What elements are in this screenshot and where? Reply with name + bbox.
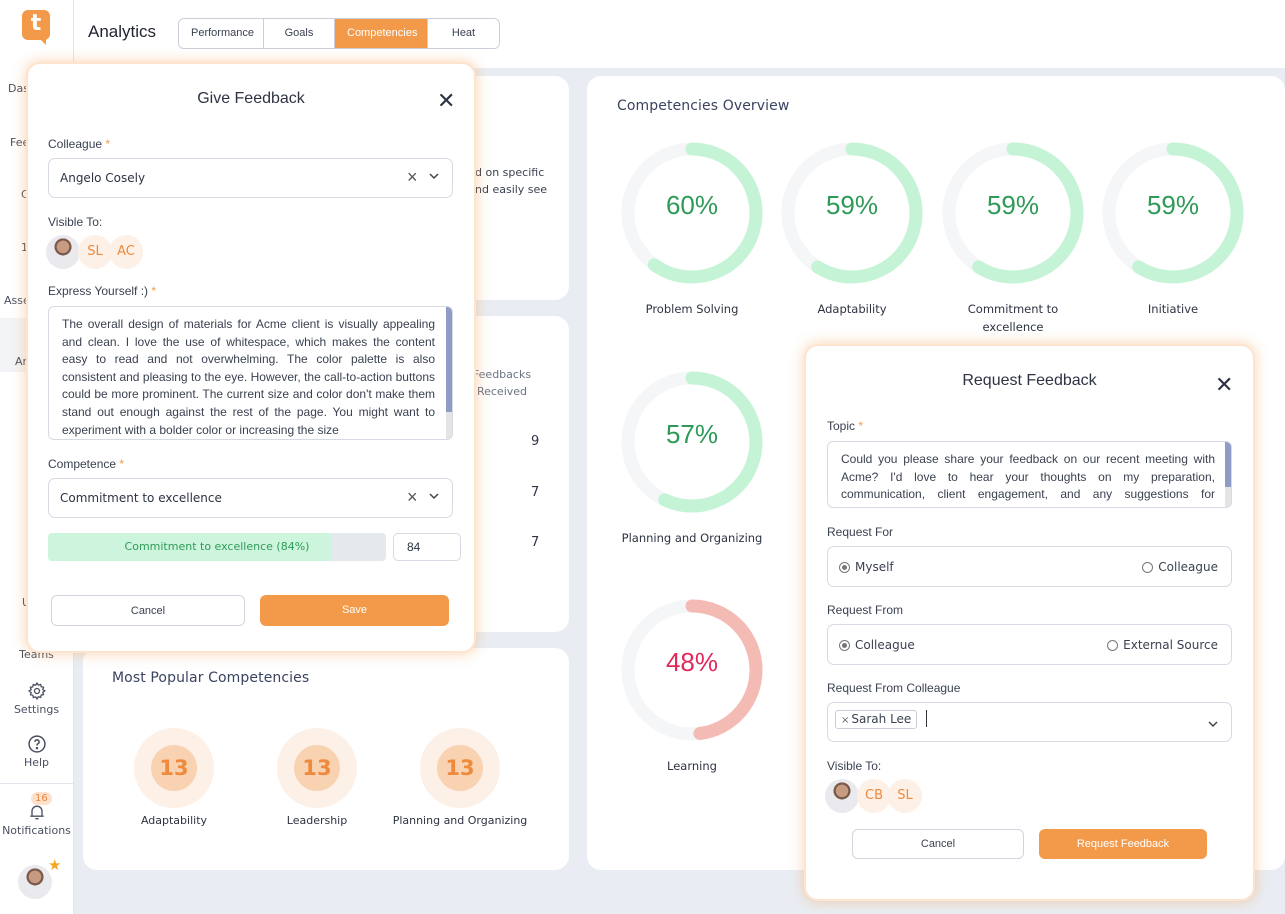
user-avatar[interactable] (18, 865, 52, 899)
radio-colleague[interactable]: Colleague (1142, 560, 1218, 574)
radio-colleague-source[interactable]: Colleague (839, 638, 915, 652)
colleague-select[interactable]: Angelo Cosely × (48, 158, 453, 198)
competency-donut: 59% Adaptability (777, 138, 927, 318)
request-from-group: Colleague External Source (827, 624, 1232, 665)
donut-label: Adaptability (817, 302, 887, 316)
radio-external-source[interactable]: External Source (1107, 638, 1218, 652)
competence-label: Competence * (48, 457, 125, 471)
page-title: Analytics (88, 22, 157, 41)
competency-donut: 57% Planning and Organizing (617, 367, 767, 547)
clear-icon[interactable]: × (407, 487, 418, 508)
sidebar-item-notifications[interactable]: 16 Notifications (0, 792, 73, 837)
competency-donut: 60% Problem Solving (617, 138, 767, 318)
request-for-group: Myself Colleague (827, 546, 1232, 587)
popular-competency: 13 Adaptability (104, 728, 244, 827)
request-feedback-button[interactable]: Request Feedback (1039, 829, 1207, 859)
radio-myself[interactable]: Myself (839, 560, 894, 574)
most-popular-title: Most Popular Competencies (112, 670, 310, 686)
header: Analytics Performance Goals Competencies… (74, 0, 1285, 68)
request-feedback-title: Request Feedback (962, 372, 1097, 389)
avatar (46, 235, 80, 269)
column-header-feedbacks-received: Feedbacks Received (472, 368, 532, 398)
avatar-initials: CB (857, 779, 891, 813)
competency-donut: 59% Initiative (1098, 138, 1248, 318)
clear-icon[interactable]: × (407, 167, 418, 188)
table-cell-count: 9 (531, 434, 540, 449)
request-for-label: Request For (827, 525, 894, 539)
intro-text-line: nd easily see (475, 183, 548, 196)
star-icon: ★ (48, 857, 62, 874)
help-icon (27, 735, 46, 753)
avatar-initials: SL (888, 779, 922, 813)
rating-input[interactable]: 84 (393, 533, 461, 561)
donut-label: Commitment to excellence (967, 302, 1059, 334)
save-button[interactable]: Save (260, 595, 449, 626)
competency-donut: 59% Commitment to excellence (938, 138, 1088, 336)
donut-value: 59% (1146, 190, 1200, 220)
visible-to-avatars: CB SL (825, 779, 922, 813)
tab-performance[interactable]: Performance (179, 19, 264, 48)
text-cursor (926, 710, 927, 727)
scrollbar[interactable] (446, 307, 452, 439)
donut-label: Planning and Organizing (621, 531, 763, 545)
express-yourself-label: Express Yourself :) * (48, 284, 157, 298)
donut-value: 48% (665, 647, 719, 677)
visible-to-avatars: SL AC (46, 235, 143, 269)
sidebar-item-help[interactable]: Help (0, 734, 73, 769)
notification-badge: 16 (31, 792, 52, 805)
give-feedback-modal: Give Feedback ✕ Colleague * Angelo Cosel… (28, 64, 474, 651)
app-logo[interactable]: t (22, 10, 50, 45)
competence-rating-slider[interactable]: Commitment to excellence (84%) (48, 533, 386, 561)
popular-competency: 13 Planning and Organizing (390, 728, 530, 827)
visible-to-label: Visible To: (48, 215, 103, 229)
scrollbar[interactable] (1225, 442, 1231, 507)
topic-label: Topic * (827, 419, 864, 433)
feedback-textarea[interactable]: The overall design of materials for Acme… (48, 306, 453, 440)
donut-value: 59% (986, 190, 1040, 220)
competency-donut: 48% Learning (617, 595, 767, 775)
popular-competency: 13 Leadership (247, 728, 387, 827)
sidebar-item-settings[interactable]: Settings (0, 681, 73, 716)
chevron-down-icon[interactable] (1206, 717, 1220, 731)
donut-value: 59% (825, 190, 879, 220)
close-icon[interactable]: ✕ (1215, 374, 1233, 396)
avatar (825, 779, 859, 813)
tab-competencies[interactable]: Competencies (335, 19, 428, 48)
chevron-down-icon[interactable] (427, 169, 441, 183)
request-from-colleague-select[interactable]: × Sarah Lee (827, 702, 1232, 742)
donut-value: 60% (665, 190, 719, 220)
give-feedback-title: Give Feedback (197, 90, 305, 107)
competence-select[interactable]: Commitment to excellence × (48, 478, 453, 518)
tab-goals[interactable]: Goals (264, 19, 335, 48)
donut-label: Learning (667, 759, 717, 773)
table-cell-count: 7 (531, 485, 540, 500)
request-from-label: Request From (827, 603, 904, 617)
cancel-button[interactable]: Cancel (51, 595, 245, 626)
avatar-initials: AC (109, 235, 143, 269)
donut-label: Initiative (1147, 302, 1199, 316)
request-from-colleague-label: Request From Colleague (827, 681, 961, 695)
tab-heat-map[interactable]: Heat Map (428, 19, 499, 48)
donut-label: Problem Solving (645, 302, 739, 316)
cancel-button[interactable]: Cancel (852, 829, 1024, 859)
most-popular-card: Most Popular Competencies 13 Adaptabilit… (83, 648, 569, 870)
chevron-down-icon[interactable] (427, 489, 441, 503)
close-icon[interactable]: ✕ (437, 90, 455, 112)
donut-value: 57% (665, 419, 719, 449)
intro-text-line: d on specific (475, 166, 545, 179)
remove-chip-icon[interactable]: × (841, 715, 849, 726)
colleague-label: Colleague * (48, 137, 111, 151)
sidebar-divider (0, 783, 73, 784)
visible-to-label: Visible To: (827, 759, 882, 773)
avatar-initials: SL (78, 235, 112, 269)
topic-textarea[interactable]: Could you please share your feedback on … (827, 441, 1232, 508)
table-cell-count: 7 (531, 535, 540, 550)
bell-icon (29, 805, 44, 820)
gear-icon (27, 681, 46, 701)
competencies-overview-title: Competencies Overview (617, 98, 790, 114)
analytics-tabs: Performance Goals Competencies Heat Map (178, 18, 500, 49)
request-feedback-modal: Request Feedback ✕ Topic * Could you ple… (806, 346, 1253, 899)
selected-colleague-chip: × Sarah Lee (835, 710, 918, 729)
